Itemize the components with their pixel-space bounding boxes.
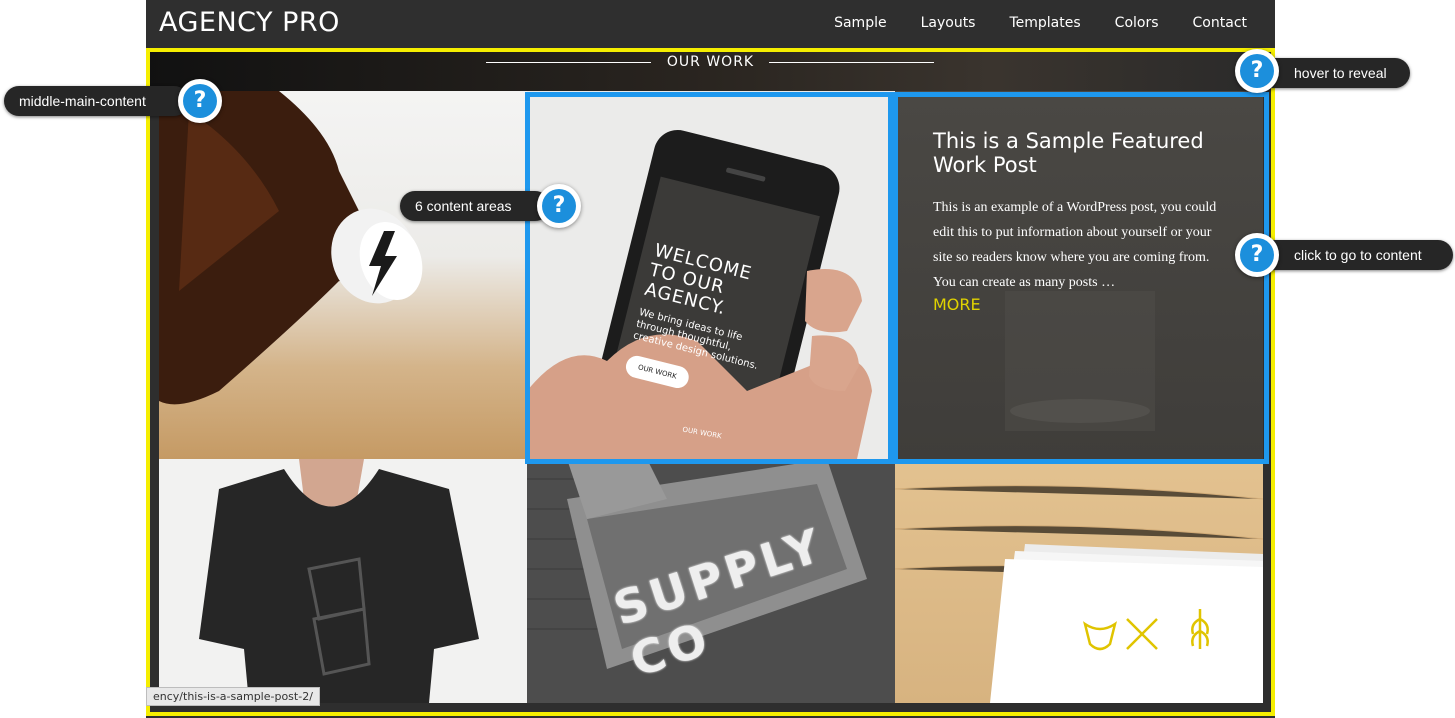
status-bar-url: ency/this-is-a-sample-post-2/ (146, 687, 320, 706)
more-link[interactable]: MORE (933, 295, 981, 314)
featured-excerpt: This is an example of a WordPress post, … (933, 200, 1217, 290)
callout-click-to-content: click to go to content (1250, 240, 1453, 270)
portfolio-item-phone[interactable]: WELCOME TO OUR AGENCY. We bring ideas to… (527, 91, 895, 459)
callout-content-areas: 6 content areas (400, 191, 550, 221)
help-icon: ? (1235, 49, 1279, 93)
site-header: AGENCY PRO Sample Layouts Templates Colo… (146, 0, 1275, 50)
section-title: OUR WORK (666, 54, 755, 70)
help-icon: ? (1235, 233, 1279, 277)
callout-middle-main-content: middle-main-content (4, 86, 189, 116)
site-logo[interactable]: AGENCY PRO (159, 7, 340, 38)
callout-label: middle-main-content (19, 93, 146, 109)
portfolio-grid: WELCOME TO OUR AGENCY. We bring ideas to… (159, 91, 1263, 703)
tshirt-image (159, 459, 527, 703)
portfolio-item-supply-sign[interactable]: SUPPLY CO (527, 459, 895, 703)
featured-work-overlay[interactable]: This is a Sample Featured Work Post This… (895, 91, 1263, 459)
cards-image (895, 485, 1263, 703)
our-work-header: OUR WORK (146, 50, 1275, 92)
featured-title[interactable]: This is a Sample Featured Work Post (933, 129, 1233, 177)
callout-label: 6 content areas (415, 198, 512, 214)
portfolio-item-tshirt[interactable] (159, 459, 527, 703)
main-nav: Sample Layouts Templates Colors Contact (834, 15, 1247, 31)
nav-item-colors[interactable]: Colors (1115, 15, 1159, 31)
nav-item-sample[interactable]: Sample (834, 15, 887, 31)
bottle-image (159, 91, 423, 405)
nav-item-contact[interactable]: Contact (1193, 15, 1247, 31)
nav-item-templates[interactable]: Templates (1009, 15, 1080, 31)
title-rule-right (769, 62, 934, 63)
callout-label: hover to reveal (1294, 65, 1387, 81)
website-frame: AGENCY PRO Sample Layouts Templates Colo… (146, 0, 1275, 718)
portfolio-item-cards[interactable] (895, 459, 1263, 703)
help-icon: ? (537, 184, 581, 228)
nav-item-layouts[interactable]: Layouts (921, 15, 976, 31)
portfolio-item-bottle[interactable] (159, 91, 527, 459)
callout-label: click to go to content (1294, 247, 1422, 263)
help-icon: ? (178, 79, 222, 123)
